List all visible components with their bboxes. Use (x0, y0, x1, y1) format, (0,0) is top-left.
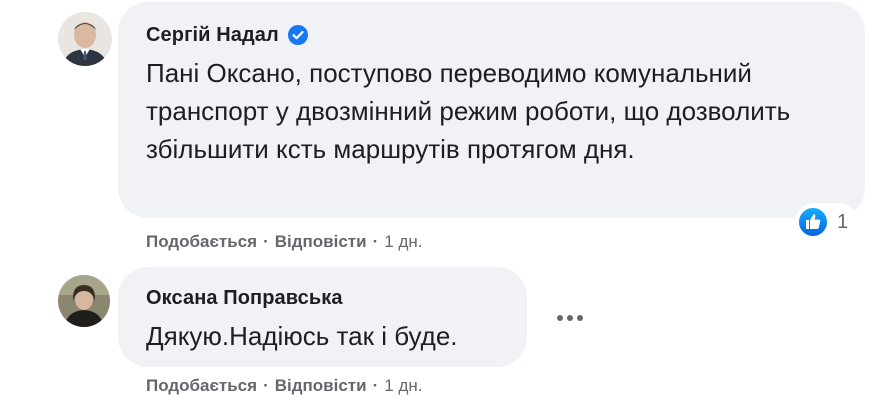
reaction-count: 1 (837, 210, 849, 233)
author-name[interactable]: Оксана Поправська (146, 287, 343, 310)
comment-header: Сергій Надал (146, 22, 865, 48)
comment-bubble: Оксана Поправська Дякую.Надіюсь так і бу… (118, 267, 527, 367)
comment-bubble: Сергій Надал Пані Оксано, поступово пере… (118, 2, 865, 218)
more-options-button[interactable] (547, 300, 593, 336)
comment-header: Оксана Поправська (146, 285, 527, 311)
comments-thread: Сергій Надал Пані Оксано, поступово пере… (0, 0, 892, 400)
like-icon (797, 206, 829, 238)
author-name[interactable]: Сергій Надал (146, 24, 279, 47)
separator: · (263, 232, 269, 251)
comment-actions: Подобається · Відповісти · 1 дн. (146, 376, 422, 396)
reply-button[interactable]: Відповісти (275, 376, 367, 396)
reply-button[interactable]: Відповісти (275, 232, 367, 252)
verified-badge-icon (287, 24, 309, 46)
separator: · (372, 232, 379, 251)
more-dots-icon (555, 314, 585, 322)
avatar[interactable] (58, 275, 110, 327)
timestamp[interactable]: 1 дн. (384, 232, 422, 252)
comment-text: Пані Оксано, поступово переводимо комуна… (146, 58, 791, 164)
separator: · (263, 376, 269, 395)
comment-actions: Подобається · Відповісти · 1 дн. (146, 232, 422, 252)
like-button[interactable]: Подобається (146, 232, 257, 252)
timestamp[interactable]: 1 дн. (384, 376, 422, 396)
reaction-summary[interactable]: 1 (795, 203, 859, 241)
avatar[interactable] (58, 12, 112, 66)
like-button[interactable]: Подобається (146, 376, 257, 396)
separator: · (372, 376, 379, 395)
comment-text: Дякую.Надіюсь так і буде. (146, 321, 458, 351)
